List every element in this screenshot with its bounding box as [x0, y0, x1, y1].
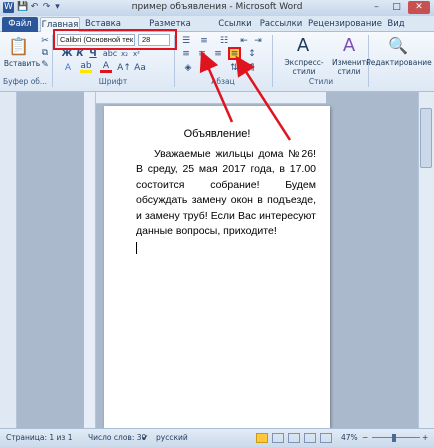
- page-count[interactable]: Страница: 1 из 1: [6, 433, 73, 442]
- word-count[interactable]: Число слов: 30: [88, 433, 146, 442]
- spellcheck-icon[interactable]: ✔: [142, 433, 148, 442]
- zoom-slider-thumb[interactable]: [392, 434, 396, 442]
- print-layout-view-icon[interactable]: [256, 433, 268, 443]
- zoom-in-icon[interactable]: +: [422, 433, 428, 442]
- reading-view-icon[interactable]: [272, 433, 284, 443]
- annotation-arrows: [199, 50, 292, 141]
- zoom-out-icon[interactable]: −: [362, 433, 368, 442]
- zoom-level[interactable]: 47%: [341, 433, 358, 442]
- arrow-to-justify-button: [235, 55, 292, 141]
- web-layout-view-icon[interactable]: [288, 433, 300, 443]
- language[interactable]: русский: [156, 433, 188, 442]
- draft-view-icon[interactable]: [320, 433, 332, 443]
- outline-view-icon[interactable]: [304, 433, 316, 443]
- arrow-to-align-button: [199, 50, 234, 123]
- zoom-slider[interactable]: [372, 437, 420, 438]
- status-bar: Страница: 1 из 1 Число слов: 30 ✔ русски…: [0, 428, 434, 447]
